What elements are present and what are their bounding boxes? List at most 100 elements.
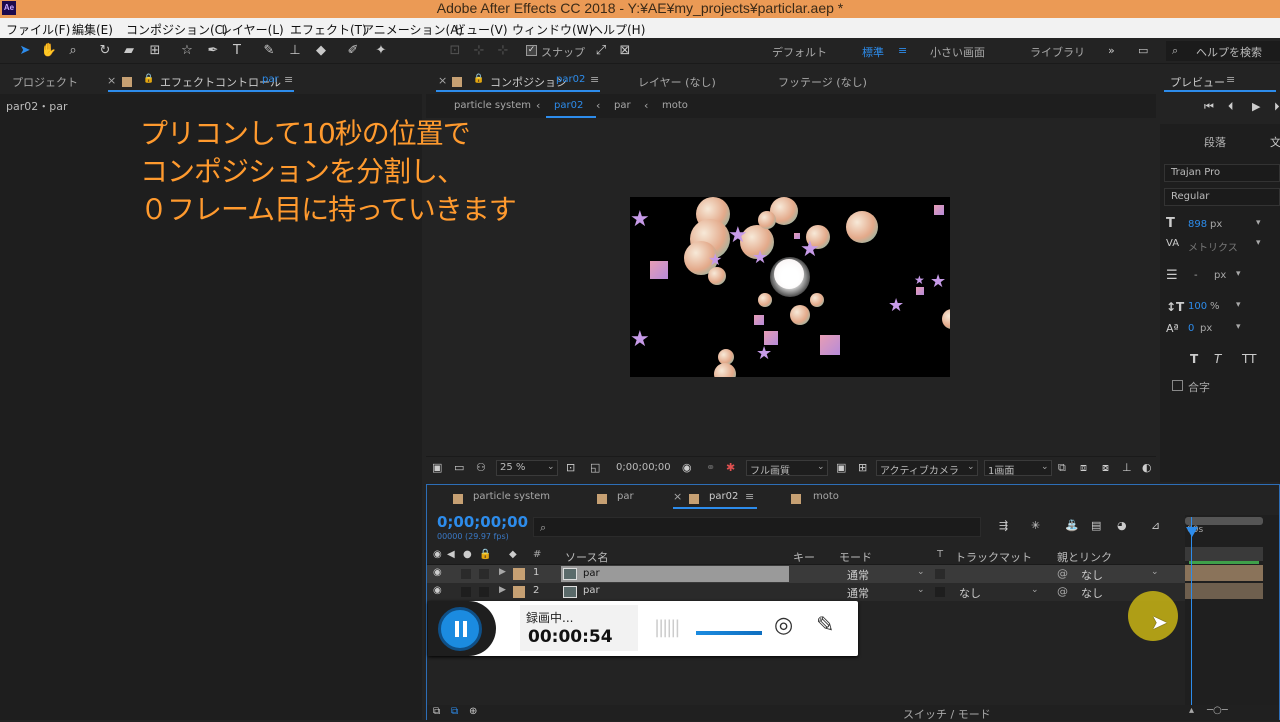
- kerning-value[interactable]: メトリクス: [1188, 239, 1238, 254]
- column-track-matte[interactable]: トラックマット: [955, 549, 1032, 565]
- faux-bold-icon[interactable]: T: [1190, 352, 1198, 366]
- layer-parent[interactable]: なし: [1081, 567, 1103, 583]
- layer-row[interactable]: ◉ ▶ 1 par 通常 ⌄ @ なし ⌄: [427, 565, 1187, 583]
- timeline-tab-moto[interactable]: moto: [813, 491, 839, 502]
- snap-feature-icon[interactable]: ⊠: [616, 42, 634, 60]
- layer-parent[interactable]: なし: [1081, 585, 1103, 601]
- column-t[interactable]: T: [937, 549, 943, 560]
- breadcrumb-par02[interactable]: par02: [554, 100, 583, 111]
- view-axis-icon[interactable]: ⊹: [494, 42, 512, 60]
- puppet-tool-icon[interactable]: ✦: [372, 42, 390, 60]
- panel-menu-icon[interactable]: ≡: [745, 490, 754, 503]
- prev-frame-icon[interactable]: ⏴: [1228, 100, 1234, 114]
- volume-slider[interactable]: [696, 631, 762, 635]
- in-out-icon[interactable]: ⊕: [469, 706, 477, 717]
- comp-timecode[interactable]: 0;00;00;00: [616, 462, 671, 473]
- solo-toggle[interactable]: [461, 587, 471, 597]
- layer-mode[interactable]: 通常: [847, 567, 869, 583]
- eye-icon[interactable]: ◉: [433, 585, 442, 596]
- timeline-tab-par02[interactable]: par02: [709, 491, 738, 502]
- mask-visibility-icon[interactable]: ⚇: [476, 461, 486, 474]
- timeline-tab-particle-system[interactable]: particle system: [473, 491, 550, 502]
- workspace-menu-icon[interactable]: ≡: [898, 44, 907, 57]
- layer-duration-bar[interactable]: [1185, 565, 1263, 581]
- pickwhip-icon[interactable]: @: [1057, 567, 1068, 580]
- snap-checkbox[interactable]: ✓: [526, 45, 537, 56]
- motion-blur-icon[interactable]: ◕: [1117, 519, 1127, 532]
- shy-layers-icon[interactable]: ⛲: [1065, 519, 1079, 532]
- vertical-scale-value[interactable]: 100: [1188, 301, 1207, 312]
- breadcrumb-particle-system[interactable]: particle system: [454, 100, 531, 111]
- leading-value[interactable]: -: [1194, 270, 1198, 281]
- shape-tool-icon[interactable]: ☆: [178, 42, 196, 60]
- layer-switches-icon[interactable]: ⧉: [433, 706, 440, 717]
- track-matte-value[interactable]: なし: [959, 585, 981, 601]
- next-frame-icon[interactable]: ⏵: [1274, 100, 1280, 114]
- menu-effect[interactable]: エフェクト(T): [290, 21, 367, 38]
- lock-toggle[interactable]: [479, 569, 489, 579]
- zoom-tool-icon[interactable]: ⌕: [64, 42, 82, 60]
- solo-toggle[interactable]: [461, 569, 471, 579]
- work-area-bar[interactable]: [1185, 517, 1263, 525]
- camera-dropdown[interactable]: アクティブカメラ ⌄: [876, 460, 978, 477]
- layer-mode[interactable]: 通常: [847, 585, 869, 601]
- label-column-icon[interactable]: ◆: [509, 549, 517, 560]
- preserve-transparency-toggle[interactable]: [935, 569, 945, 579]
- layer-duration-bar[interactable]: [1185, 583, 1263, 599]
- menu-help[interactable]: ヘルプ(H): [591, 21, 645, 38]
- selection-tool-icon[interactable]: ➤: [16, 42, 34, 60]
- tab-footage[interactable]: フッテージ (なし): [778, 74, 867, 90]
- solo-icon[interactable]: ●: [463, 549, 472, 560]
- brush-tool-icon[interactable]: ✎: [260, 42, 278, 60]
- hand-tool-icon[interactable]: ✋: [40, 42, 58, 60]
- monitor-icon[interactable]: ▭: [454, 461, 464, 474]
- layer-name[interactable]: par: [583, 585, 600, 596]
- comp-mini-flowchart-icon[interactable]: ⇶: [999, 519, 1008, 532]
- column-source-name[interactable]: ソース名: [565, 549, 608, 565]
- layer-name-field[interactable]: par: [561, 566, 789, 582]
- snap-edge-icon[interactable]: ⤢: [592, 42, 610, 60]
- play-icon[interactable]: ▶: [1252, 100, 1260, 113]
- always-preview-icon[interactable]: ▣: [432, 461, 442, 474]
- composition-canvas[interactable]: ★ ★ ★ ★ ★ ★ ★ ★ ★ ★: [630, 197, 950, 377]
- layer-duration-bar[interactable]: [1185, 547, 1263, 561]
- pen-icon[interactable]: ✎: [816, 613, 834, 638]
- tab-effect-target[interactable]: par: [262, 74, 279, 85]
- faux-italic-icon[interactable]: T: [1214, 352, 1221, 366]
- toggle-view-icon[interactable]: ⧉: [1058, 461, 1066, 475]
- draft-3d-icon[interactable]: ✳: [1031, 519, 1040, 532]
- layer-search-input[interactable]: ⌕: [533, 517, 981, 537]
- workspace-small-screen[interactable]: 小さい画面: [930, 44, 985, 60]
- lock-column-icon[interactable]: 🔒: [479, 549, 491, 560]
- menu-window[interactable]: ウィンドウ(W): [512, 21, 593, 38]
- transparency-grid-icon[interactable]: ⊞: [858, 461, 867, 474]
- zoom-slider-icon[interactable]: ─○─: [1207, 705, 1228, 716]
- chevron-down-icon[interactable]: ▾: [1256, 218, 1261, 228]
- menu-animation[interactable]: アニメーション(A): [362, 21, 463, 38]
- type-tool-icon[interactable]: T: [228, 42, 246, 60]
- label-swatch-icon[interactable]: [513, 568, 525, 580]
- more-workspaces-icon[interactable]: »: [1108, 44, 1115, 57]
- close-tab-icon[interactable]: ×: [438, 74, 447, 87]
- snapshot-icon[interactable]: ◉: [682, 461, 692, 474]
- label-swatch-icon[interactable]: [513, 586, 525, 598]
- tab-layer[interactable]: レイヤー (なし): [638, 74, 716, 90]
- menu-edit[interactable]: 編集(E): [72, 21, 113, 38]
- lock-icon[interactable]: 🔒: [143, 74, 154, 84]
- pickwhip-icon[interactable]: @: [1057, 585, 1068, 598]
- column-parent[interactable]: 親とリンク: [1057, 549, 1112, 565]
- fast-preview-icon[interactable]: ▣: [836, 461, 846, 474]
- pause-button[interactable]: [438, 607, 482, 651]
- expand-arrow-icon[interactable]: ▶: [499, 567, 506, 577]
- time-graph[interactable]: 00s: [1185, 515, 1279, 719]
- preserve-transparency-toggle[interactable]: [935, 587, 945, 597]
- layer-row[interactable]: ◉ ▶ 2 par 通常 ⌄ なし ⌄ @ なし: [427, 583, 1187, 601]
- close-tab-icon[interactable]: ×: [673, 490, 682, 503]
- exposure-icon[interactable]: ◐: [1142, 461, 1152, 474]
- frame-blending-icon[interactable]: ▤: [1091, 519, 1101, 532]
- rotate-tool-icon[interactable]: ↻: [96, 42, 114, 60]
- ligature-checkbox[interactable]: [1172, 380, 1183, 391]
- chevron-down-icon[interactable]: ⌄: [917, 585, 925, 595]
- tab-composition-name[interactable]: par02: [556, 74, 585, 85]
- close-tab-icon[interactable]: ×: [107, 74, 116, 87]
